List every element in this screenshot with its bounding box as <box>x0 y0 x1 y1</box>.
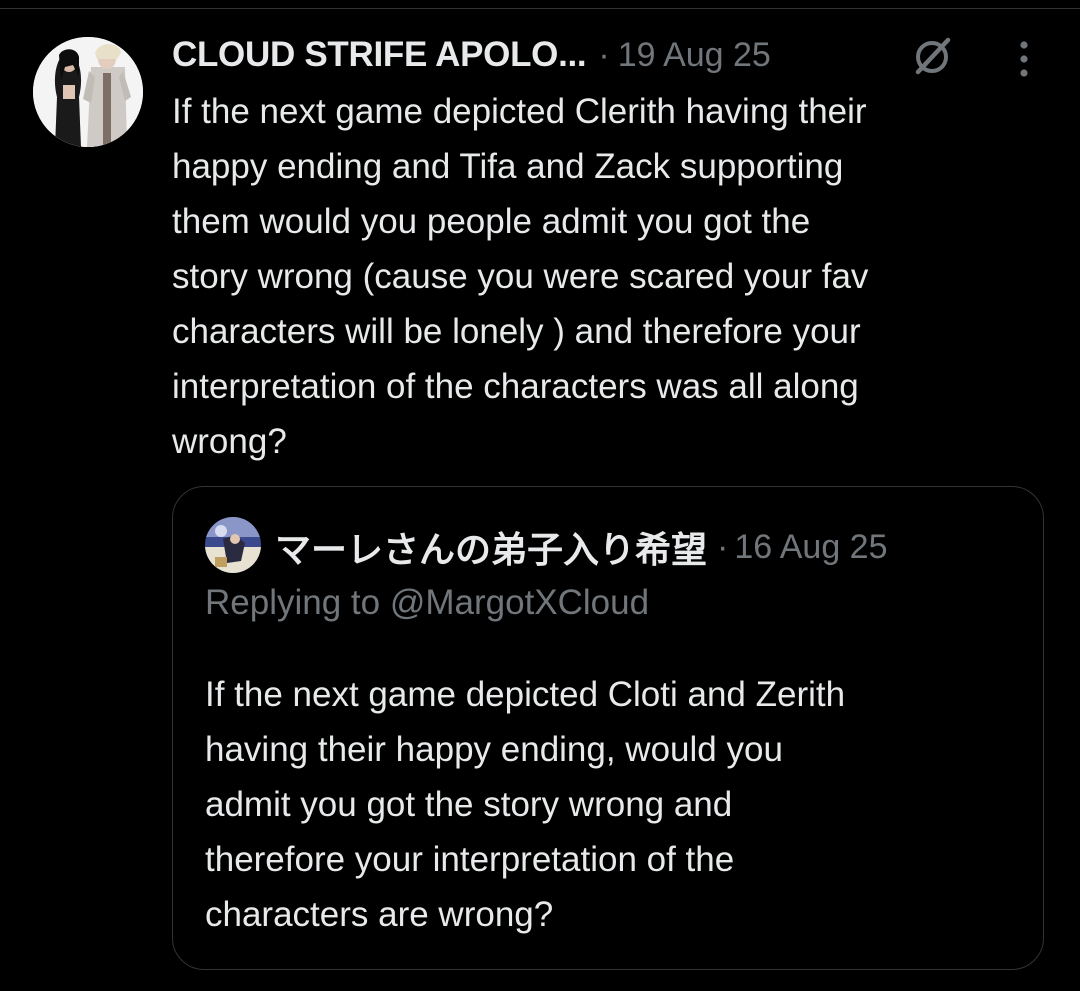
separator-dot: · <box>717 527 729 566</box>
timestamp[interactable]: 19 Aug 25 <box>618 36 771 75</box>
grok-icon[interactable] <box>908 33 956 81</box>
quoted-header: マーレさんの弟子入り希望 · 16 Aug 25 <box>275 519 888 575</box>
tweet-header: CLOUD STRIFE APOLO... · 19 Aug 25 <box>172 30 771 80</box>
quoted-display-name[interactable]: マーレさんの弟子入り希望 <box>275 521 707 573</box>
more-vertical-icon[interactable] <box>1010 38 1038 80</box>
tweet-text: If the next game depicted Clerith having… <box>172 92 869 461</box>
quoted-tweet[interactable]: マーレさんの弟子入り希望 · 16 Aug 25 Replying to @Ma… <box>172 486 1044 970</box>
tweet[interactable]: CLOUD STRIFE APOLO... · 19 Aug 25 If the… <box>0 0 1080 991</box>
separator-dot: · <box>598 35 610 74</box>
replying-to[interactable]: Replying to @MargotXCloud <box>205 583 649 623</box>
avatar[interactable] <box>33 37 143 147</box>
quoted-text: If the next game depicted Cloti and Zeri… <box>205 675 846 934</box>
quoted-avatar[interactable] <box>205 517 261 573</box>
display-name[interactable]: CLOUD STRIFE APOLO... <box>172 35 587 75</box>
quoted-timestamp[interactable]: 16 Aug 25 <box>734 528 887 567</box>
